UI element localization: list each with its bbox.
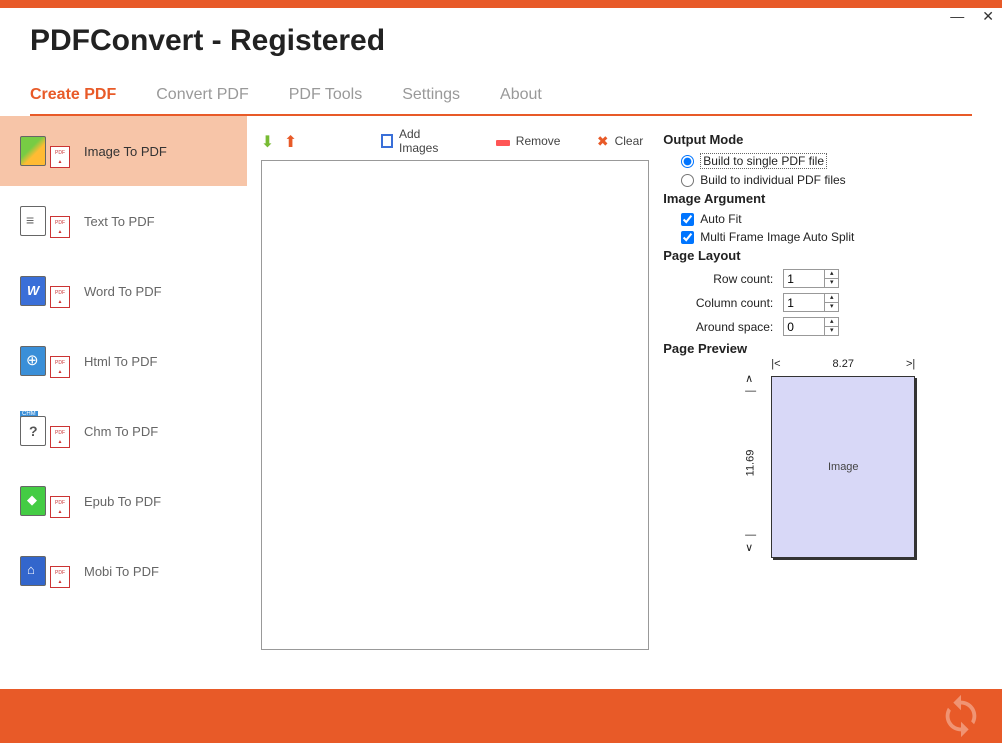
image-argument-title: Image Argument [663,191,986,206]
around-space-row: Around space: ▴▾ [663,317,986,336]
around-space-input[interactable] [783,317,825,336]
tab-convert-pdf[interactable]: Convert PDF [156,86,248,104]
column-count-spinbox[interactable]: ▴▾ [783,293,843,312]
image-file-icon [20,134,72,168]
tool-btn-label: Remove [516,134,561,148]
page-layout-title: Page Layout [663,248,986,263]
minimize-button[interactable]: — [950,8,964,25]
tab-settings[interactable]: Settings [402,86,460,104]
output-mode-title: Output Mode [663,132,986,147]
options-panel: Output Mode Build to single PDF file Bui… [659,116,1002,656]
sidebar-item-text-to-pdf[interactable]: Text To PDF [0,186,247,256]
preview-content-label: Image [828,461,859,473]
sidebar-item-label: Epub To PDF [84,494,161,509]
add-icon [381,134,393,148]
preview-page: Image [771,376,915,558]
title-bar [0,0,1002,8]
tab-pdf-tools[interactable]: PDF Tools [289,86,363,104]
move-up-button[interactable]: ⬆ [284,132,299,150]
sidebar-item-epub-to-pdf[interactable]: Epub To PDF [0,466,247,536]
text-file-icon [20,204,72,238]
spin-up[interactable]: ▴ [825,318,838,327]
preview-width-ruler: |< 8.27 >| [771,358,915,370]
auto-fit-row[interactable]: Auto Fit [681,212,986,226]
multi-frame-label: Multi Frame Image Auto Split [700,230,854,244]
app-title: PDFConvert - Registered [30,24,972,58]
preview-height-value: 11.69 [745,450,757,477]
auto-fit-label: Auto Fit [700,212,741,226]
sidebar-item-label: Text To PDF [84,214,155,229]
add-images-button[interactable]: Add Images [375,125,457,157]
list-toolbar: ⬇ ⬆ Add Images Remove ✖ Clear [261,126,649,156]
html-file-icon [20,344,72,378]
ruler-left-arrow: |< [771,358,780,370]
spin-up[interactable]: ▴ [825,294,838,303]
spin-down[interactable]: ▾ [825,327,838,336]
sidebar-item-label: Html To PDF [84,354,157,369]
multi-frame-row[interactable]: Multi Frame Image Auto Split [681,230,986,244]
page-preview-title: Page Preview [663,341,986,356]
center-panel: ⬇ ⬆ Add Images Remove ✖ Clear [247,116,659,656]
column-count-label: Column count: [663,296,783,310]
move-down-button[interactable]: ⬇ [261,132,276,150]
remove-icon [496,140,510,146]
output-mode-individual-label: Build to individual PDF files [700,173,845,187]
clear-icon: ✖ [597,133,609,150]
window-controls: — ✕ [950,8,994,25]
auto-fit-checkbox[interactable] [681,213,694,226]
sidebar: Image To PDF Text To PDF Word To PDF Htm… [0,116,247,656]
ruler-bottom-arrow: —∨ [745,529,756,554]
image-list[interactable] [261,160,649,650]
nav-tabs: Create PDF Convert PDF PDF Tools Setting… [30,64,972,116]
preview-width-value: 8.27 [833,358,854,370]
spin-down[interactable]: ▾ [825,279,838,288]
epub-file-icon [20,484,72,518]
row-count-spinbox[interactable]: ▴▾ [783,269,843,288]
footer-bar [0,689,1002,743]
sidebar-item-label: Mobi To PDF [84,564,159,579]
tab-create-pdf[interactable]: Create PDF [30,86,116,104]
tool-btn-label: Clear [615,134,644,148]
spin-down[interactable]: ▾ [825,303,838,312]
chm-file-icon: CHM [20,414,72,448]
row-count-input[interactable] [783,269,825,288]
output-mode-individual-row[interactable]: Build to individual PDF files [681,173,986,187]
row-count-row: Row count: ▴▾ [663,269,986,288]
clear-button[interactable]: ✖ Clear [591,131,649,152]
ruler-right-arrow: >| [906,358,915,370]
output-mode-single-radio[interactable] [681,155,694,168]
sidebar-item-word-to-pdf[interactable]: Word To PDF [0,256,247,326]
sidebar-item-label: Image To PDF [84,144,167,159]
word-file-icon [20,274,72,308]
preview-height-ruler: ∧— 11.69 —∨ [737,372,764,554]
spin-up[interactable]: ▴ [825,270,838,279]
row-count-label: Row count: [663,272,783,286]
page-preview: |< 8.27 >| ∧— 11.69 —∨ Image [663,364,986,584]
tab-about[interactable]: About [500,86,542,104]
sidebar-item-html-to-pdf[interactable]: Html To PDF [0,326,247,396]
column-count-row: Column count: ▴▾ [663,293,986,312]
output-mode-single-row[interactable]: Build to single PDF file [681,153,986,169]
close-button[interactable]: ✕ [982,8,994,25]
sidebar-item-label: Chm To PDF [84,424,158,439]
refresh-icon [938,693,984,739]
remove-button[interactable]: Remove [490,132,567,150]
ruler-top-arrow: ∧— [745,372,756,397]
sidebar-item-mobi-to-pdf[interactable]: Mobi To PDF [0,536,247,606]
column-count-input[interactable] [783,293,825,312]
mobi-file-icon [20,554,72,588]
tool-btn-label: Add Images [399,127,451,155]
multi-frame-checkbox[interactable] [681,231,694,244]
around-space-label: Around space: [663,320,783,334]
output-mode-single-label: Build to single PDF file [700,153,827,169]
sidebar-item-label: Word To PDF [84,284,162,299]
sidebar-item-chm-to-pdf[interactable]: CHM Chm To PDF [0,396,247,466]
output-mode-individual-radio[interactable] [681,174,694,187]
around-space-spinbox[interactable]: ▴▾ [783,317,843,336]
sidebar-item-image-to-pdf[interactable]: Image To PDF [0,116,247,186]
